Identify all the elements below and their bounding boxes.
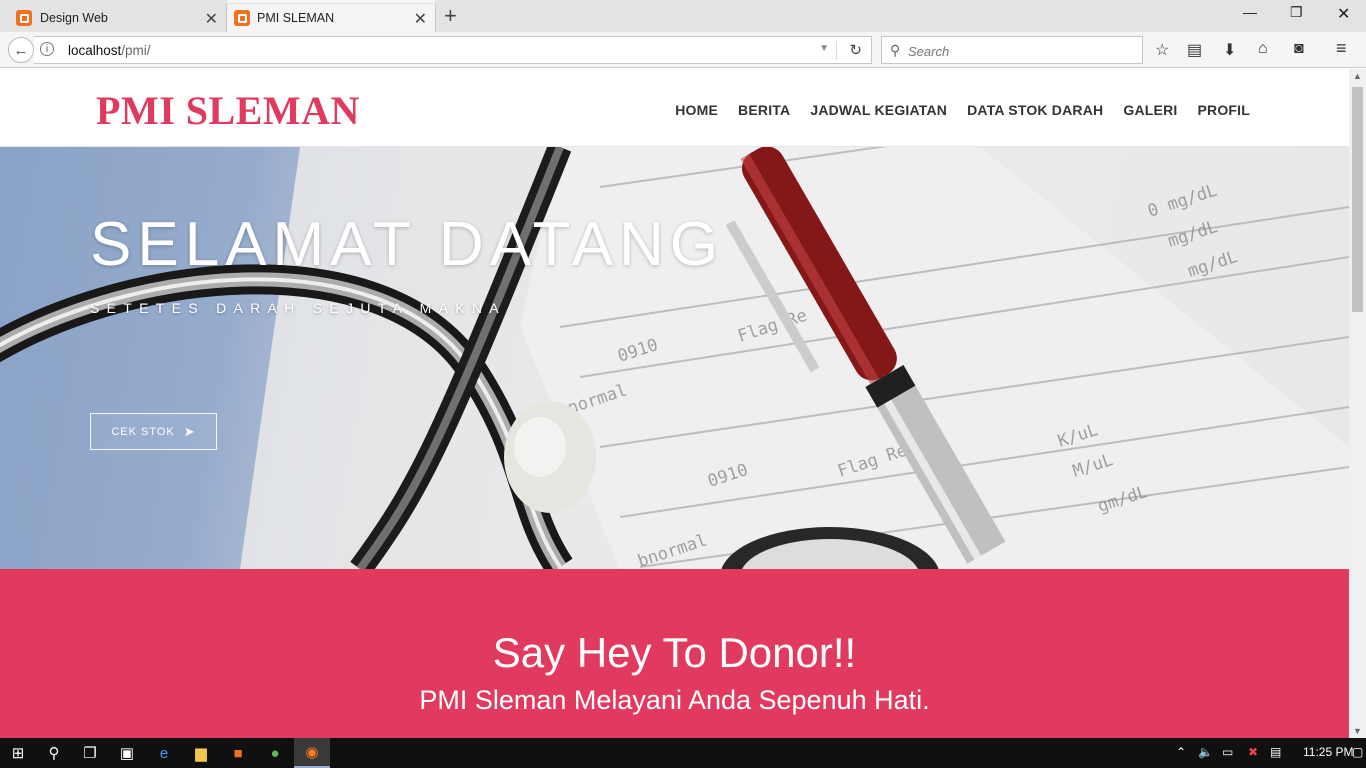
windows-taskbar: ⊞ ⚲ ❐ ▣ e ▆ ■ ● ◉ ⌃ 🔈 ▭ ✖ ▤ 11:25 PM ▢	[0, 738, 1366, 768]
search-placeholder: Search	[908, 44, 950, 59]
app-icon[interactable]: ●	[257, 738, 293, 768]
menu-jadwal-kegiatan[interactable]: JADWAL KEGIATAN	[810, 102, 947, 118]
search-field[interactable]: ⚲ Search	[881, 36, 1143, 64]
notification-center-icon[interactable]: ▢	[1352, 745, 1363, 759]
pocket-icon[interactable]: ◙	[1294, 40, 1304, 58]
firefox-icon[interactable]: ◉	[294, 738, 330, 768]
home-icon[interactable]: ⌂	[1258, 40, 1268, 58]
donor-heading: Say Hey To Donor!!	[492, 629, 857, 676]
search-icon[interactable]: ⚲	[36, 738, 72, 768]
back-button[interactable]: ←	[8, 37, 34, 63]
xampp-icon	[16, 10, 32, 26]
close-tab-icon[interactable]: ✕	[205, 9, 218, 29]
paper-plane-icon: ➤	[183, 423, 196, 439]
file-explorer-icon[interactable]: ▆	[183, 738, 219, 768]
cek-stok-label: CEK STOK	[111, 425, 175, 438]
store-icon[interactable]: ▣	[109, 738, 145, 768]
url-text[interactable]: localhost/pmi/	[68, 43, 151, 58]
hero-banner: 0910 Flag Re bnormal 0910 Flag Ref bnorm…	[0, 147, 1349, 569]
xampp-icon	[234, 10, 250, 26]
network-icon[interactable]: ✖	[1248, 745, 1258, 759]
scrollbar-thumb[interactable]	[1352, 87, 1363, 312]
tab-pmi-sleman[interactable]: PMI SLEMAN ✕	[226, 0, 436, 32]
edge-icon[interactable]: e	[146, 738, 182, 768]
close-tab-icon[interactable]: ✕	[414, 9, 427, 29]
hero-subtitle: SETETES DARAH SEJUTA MAKNA	[90, 300, 506, 316]
main-menu: HOME BERITA JADWAL KEGIATAN DATA STOK DA…	[675, 102, 1250, 118]
site-header: PMI SLEMAN HOME BERITA JADWAL KEGIATAN D…	[0, 69, 1349, 147]
tab-design-web[interactable]: Design Web ✕	[16, 4, 226, 32]
search-icon: ⚲	[890, 42, 901, 58]
donor-section: Say Hey To Donor!! PMI Sleman Melayani A…	[0, 569, 1349, 738]
close-window-button[interactable]: ✕	[1337, 4, 1350, 24]
tab-label: PMI SLEMAN	[257, 11, 335, 25]
page-viewport: PMI SLEMAN HOME BERITA JADWAL KEGIATAN D…	[0, 69, 1349, 738]
windows-start-icon[interactable]: ⊞	[0, 738, 36, 768]
tab-label: Design Web	[40, 11, 108, 25]
download-icon[interactable]: ⬇	[1223, 40, 1236, 60]
url-separator	[836, 41, 837, 60]
menu-data-stok-darah[interactable]: DATA STOK DARAH	[967, 102, 1103, 118]
tab-strip: Design Web ✕ PMI SLEMAN ✕ + — ❐ ✕	[0, 0, 1366, 32]
menu-galeri[interactable]: GALERI	[1123, 102, 1177, 118]
reload-icon[interactable]: ↻	[849, 41, 862, 59]
tray-chevron-icon[interactable]: ⌃	[1176, 745, 1186, 759]
url-dropdown-icon[interactable]: ▼	[819, 43, 829, 54]
page-scrollbar[interactable]: ▲ ▼	[1349, 69, 1366, 738]
new-tab-button[interactable]: +	[444, 3, 457, 29]
cek-stok-button[interactable]: CEK STOK ➤	[90, 413, 217, 450]
hero-title: SELAMAT DATANG	[90, 210, 725, 279]
url-bar[interactable]: i localhost/pmi/ ▼ ↻	[34, 36, 872, 64]
info-icon[interactable]: i	[40, 42, 54, 56]
power-icon[interactable]: ▭	[1222, 745, 1233, 759]
bookmark-star-icon[interactable]: ☆	[1155, 40, 1169, 60]
menu-home[interactable]: HOME	[675, 102, 718, 118]
volume-icon[interactable]: 🔈	[1198, 745, 1213, 759]
minimize-button[interactable]: —	[1243, 4, 1257, 20]
scroll-down-icon[interactable]: ▼	[1353, 726, 1362, 736]
restore-button[interactable]: ❐	[1290, 4, 1303, 21]
reading-list-icon[interactable]: ▤	[1187, 40, 1202, 60]
clock[interactable]: 11:25 PM	[1303, 745, 1353, 759]
scroll-up-icon[interactable]: ▲	[1353, 71, 1362, 81]
menu-berita[interactable]: BERITA	[738, 102, 790, 118]
notification-icon[interactable]: ▤	[1270, 745, 1281, 759]
site-logo[interactable]: PMI SLEMAN	[96, 87, 360, 134]
xampp-icon[interactable]: ■	[220, 738, 256, 768]
menu-icon[interactable]: ≡	[1336, 38, 1347, 59]
navigation-toolbar: ← i localhost/pmi/ ▼ ↻ ⚲ Search ☆ ▤ ⬇ ⌂ …	[0, 32, 1366, 68]
menu-profil[interactable]: PROFIL	[1197, 102, 1250, 118]
task-view-icon[interactable]: ❐	[72, 738, 108, 768]
donor-text: PMI Sleman Melayani Anda Sepenuh Hati.	[419, 685, 930, 715]
